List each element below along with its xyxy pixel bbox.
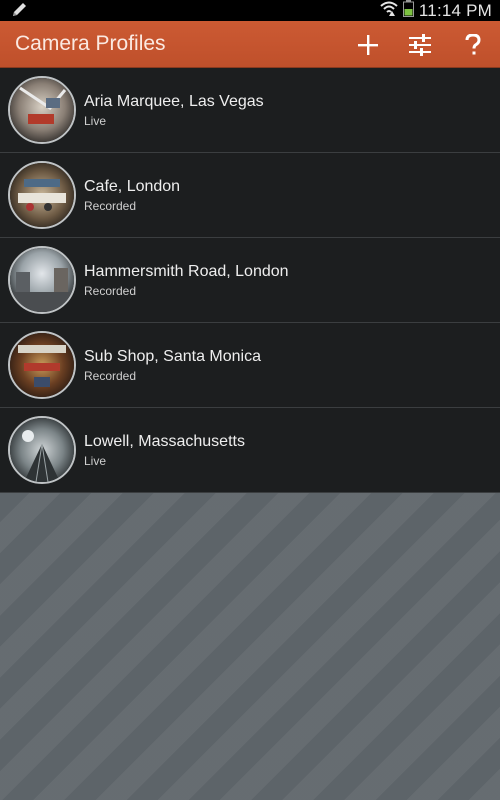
profile-status: Recorded [84,199,137,213]
plus-icon [358,34,378,55]
wifi-icon [380,0,398,21]
camera-thumbnail [8,76,76,144]
help-button[interactable] [450,21,496,68]
profile-row[interactable]: Lowell, Massachusetts Live [0,408,500,493]
profile-row[interactable]: Hammersmith Road, London Recorded [0,238,500,323]
camera-thumbnail [8,331,76,399]
profile-title: Sub Shop, Santa Monica [84,348,262,365]
camera-thumbnail [8,161,76,229]
edit-icon [10,2,30,19]
sliders-icon [409,33,431,56]
camera-profile-list: Aria Marquee, Las Vegas Live Cafe, Londo… [0,68,500,493]
add-profile-button[interactable] [345,21,391,68]
question-icon [465,33,481,54]
profile-row[interactable]: Sub Shop, Santa Monica Recorded [0,323,500,408]
camera-thumbnail [8,416,76,484]
profile-title: Aria Marquee, Las Vegas [84,93,264,110]
profile-title: Cafe, London [84,178,181,195]
settings-button[interactable] [397,21,443,68]
profile-row[interactable]: Cafe, London Recorded [0,153,500,238]
profile-status: Recorded [84,284,137,298]
profile-status: Live [84,114,107,128]
profile-status: Recorded [84,369,137,383]
camera-thumbnail [8,246,76,314]
profile-title: Hammersmith Road, London [84,263,289,280]
profile-status: Live [84,454,107,468]
profile-row[interactable]: Aria Marquee, Las Vegas Live [0,68,500,153]
status-time: 11:14 PM [418,0,492,20]
page-title: Camera Profiles [15,32,166,55]
status-bar: 11:14 PM [0,0,500,21]
battery-icon [402,0,414,22]
profile-title: Lowell, Massachusetts [84,433,245,450]
action-bar: Camera Profiles [0,21,500,68]
